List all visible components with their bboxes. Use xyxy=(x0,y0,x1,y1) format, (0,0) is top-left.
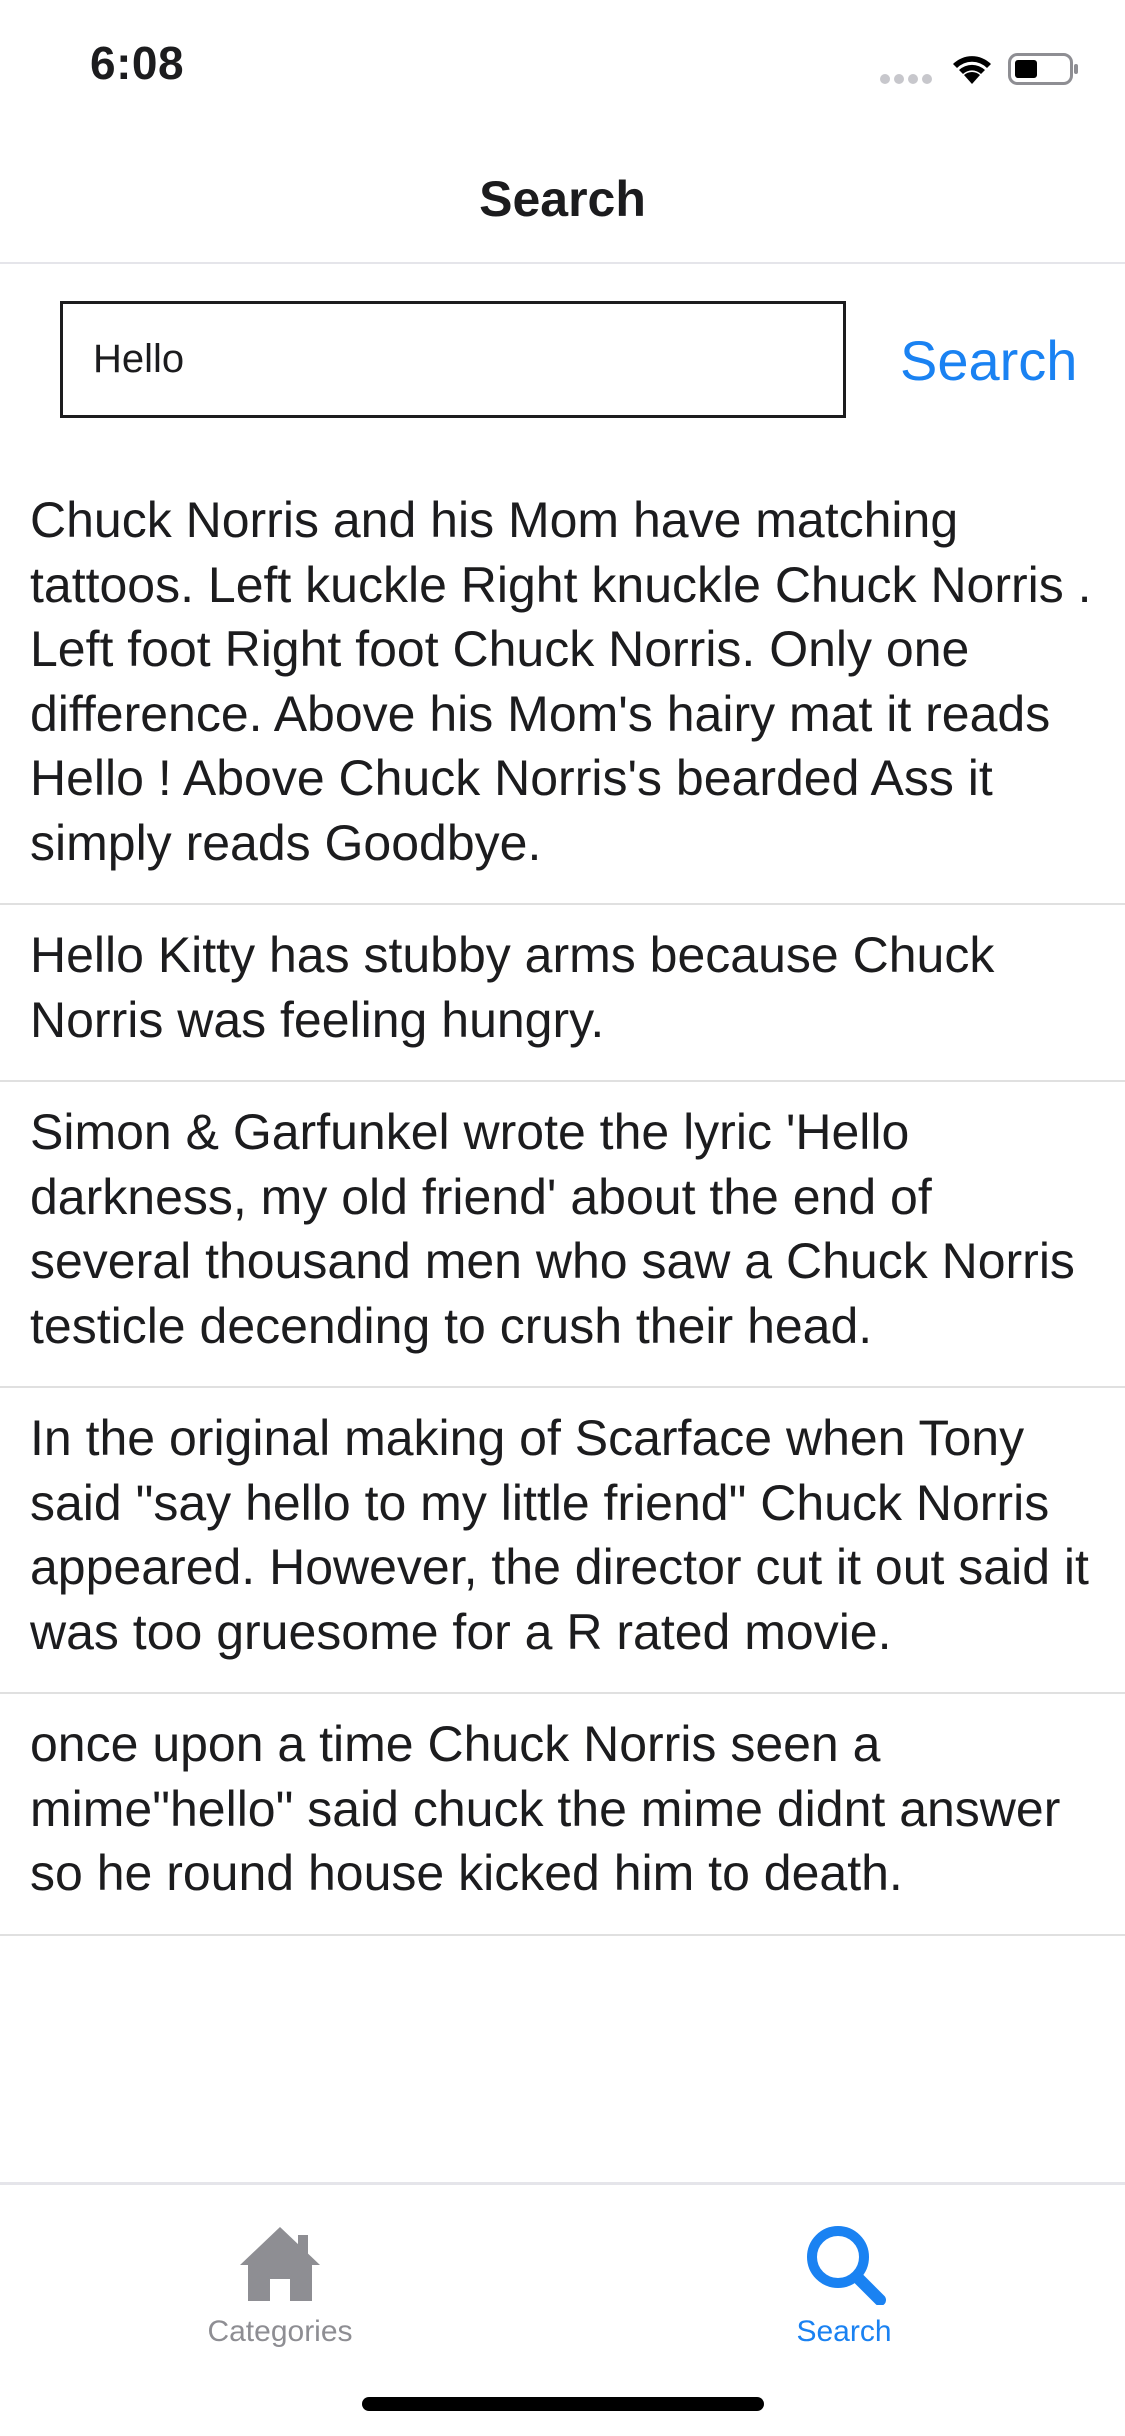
home-indicator[interactable] xyxy=(362,2397,764,2411)
list-item[interactable]: Simon & Garfunkel wrote the lyric 'Hello… xyxy=(0,1082,1125,1388)
list-item[interactable]: once upon a time Chuck Norris seen a mim… xyxy=(0,1694,1125,1936)
battery-icon xyxy=(1008,53,1078,85)
list-item[interactable]: In the original making of Scarface when … xyxy=(0,1388,1125,1694)
list-item[interactable]: Chuck Norris and his Mom have matching t… xyxy=(0,470,1125,905)
status-time: 6:08 xyxy=(90,37,185,89)
wifi-icon xyxy=(953,56,991,84)
results-list: Chuck Norris and his Mom have matching t… xyxy=(0,470,1125,1936)
status-bar: 6:08 xyxy=(0,0,1125,132)
tab-categories[interactable]: Categories xyxy=(150,2221,410,2361)
signal-icon xyxy=(880,74,936,86)
tab-label: Search xyxy=(796,2315,892,2348)
list-item[interactable]: Hello Kitty has stubby arms because Chuc… xyxy=(0,905,1125,1082)
tab-label: Categories xyxy=(207,2315,353,2348)
home-icon xyxy=(240,2227,320,2301)
page-title: Search xyxy=(479,171,646,227)
search-icon xyxy=(807,2226,886,2305)
navigation-bar: Search xyxy=(0,132,1125,264)
search-input[interactable] xyxy=(60,301,846,418)
tab-search[interactable]: Search xyxy=(714,2221,974,2361)
tab-bar: Categories Search xyxy=(0,2182,1125,2436)
search-button[interactable]: Search xyxy=(900,320,1077,400)
